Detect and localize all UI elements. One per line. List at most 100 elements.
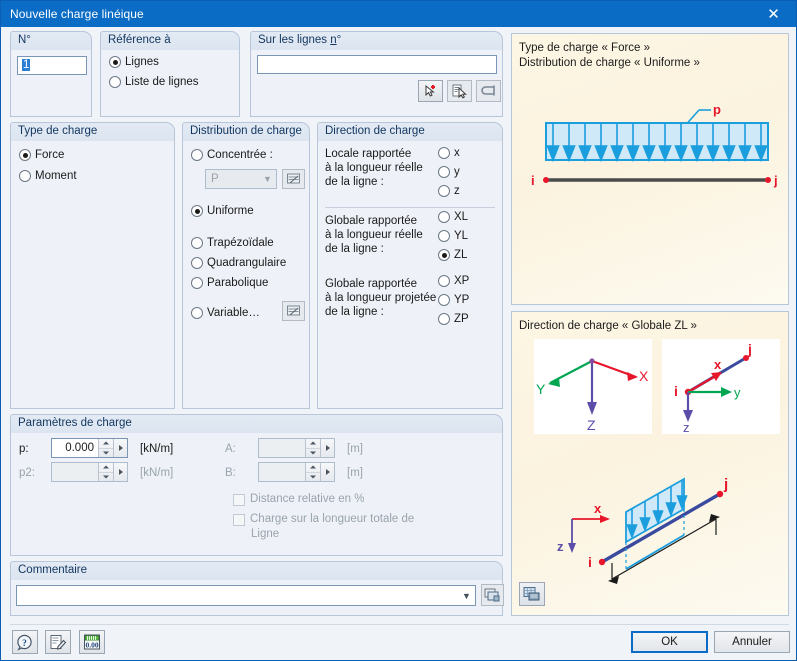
- pick-new-line-icon[interactable]: [418, 80, 443, 102]
- radio-dot: [109, 56, 121, 68]
- radio-distribution-trapezoidale[interactable]: Trapézoïdale: [191, 237, 274, 249]
- direction-globalL-label-3: de la ligne :: [325, 243, 384, 255]
- param-p2-value: [52, 463, 98, 481]
- render-view-icon[interactable]: [519, 582, 545, 606]
- svg-text:z: z: [683, 420, 690, 434]
- group-number-title: N°: [10, 31, 92, 50]
- ok-button[interactable]: OK: [631, 631, 708, 653]
- comment-input[interactable]: ▼: [16, 585, 476, 606]
- on-lines-input[interactable]: [257, 55, 497, 74]
- radio-direction-zp[interactable]: ZP: [438, 313, 469, 325]
- group-load-direction: Direction de charge Locale rapportée à l…: [317, 122, 503, 409]
- radio-dot: [191, 307, 203, 319]
- help-icon[interactable]: ?: [12, 630, 38, 654]
- svg-text:x: x: [714, 357, 722, 372]
- radio-direction-yl[interactable]: YL: [438, 230, 468, 242]
- radio-direction-xl[interactable]: XL: [438, 211, 468, 223]
- cancel-button[interactable]: Annuler: [714, 631, 790, 653]
- concentrated-load-combo[interactable]: P ▼: [205, 169, 277, 189]
- spinner-more-icon: [320, 463, 334, 481]
- chevron-down-icon[interactable]: ▼: [458, 591, 475, 601]
- radio-distribution-uniforme[interactable]: Uniforme: [191, 205, 254, 217]
- radio-direction-xp[interactable]: XP: [438, 275, 469, 287]
- radio-dot: [109, 76, 121, 88]
- radio-direction-z[interactable]: z: [438, 185, 460, 197]
- radio-reference-liste-de-lignes[interactable]: Liste de lignes: [109, 76, 199, 88]
- param-b-value: [259, 463, 305, 481]
- radio-label: Force: [35, 149, 65, 161]
- param-p-input[interactable]: 0.000: [51, 438, 128, 458]
- preview-bottom-title: Direction de charge « Globale ZL »: [519, 320, 697, 332]
- dialog-window: Nouvelle charge linéique ✕ N° 1 Référenc…: [0, 0, 797, 661]
- svg-text:Z: Z: [587, 417, 596, 433]
- group-load-type-title: Type de charge: [10, 122, 175, 141]
- direction-local-label-3: de la ligne :: [325, 176, 384, 188]
- radio-dot: [191, 257, 203, 269]
- direction-globalP-label-3: de la ligne :: [325, 306, 384, 318]
- radio-load-type-moment[interactable]: Moment: [19, 170, 77, 182]
- group-load-parameters-title: Paramètres de charge: [10, 414, 503, 433]
- svg-text:i: i: [588, 554, 592, 570]
- radio-label: z: [454, 185, 460, 197]
- variable-load-diagram-icon[interactable]: [282, 301, 305, 321]
- cancel-button-label: Annuler: [732, 636, 772, 648]
- comment-library-icon[interactable]: [481, 584, 504, 606]
- checkbox-label: Distance relative en %: [250, 493, 365, 505]
- pick-line-from-list-icon[interactable]: [447, 80, 472, 102]
- param-p-unit: [kN/m]: [140, 443, 174, 455]
- checkbox-full-length[interactable]: Charge sur la longueur totale de: [233, 513, 414, 526]
- spinner-arrows-icon: [305, 463, 320, 481]
- direction-globalP-label-2: à la longueur projetée: [325, 292, 437, 304]
- dialog-title: Nouvelle charge linéique: [10, 7, 144, 21]
- group-number: N° 1: [10, 31, 92, 117]
- local-axes-diagram: j i x y z: [662, 339, 780, 434]
- radio-label: XL: [454, 211, 469, 223]
- group-load-parameters: Paramètres de charge p: 0.000 [kN/m] p2:…: [10, 414, 503, 556]
- checkbox-distance-relative[interactable]: Distance relative en %: [233, 493, 364, 506]
- checkbox-box: [233, 494, 245, 506]
- radio-label: YP: [454, 294, 470, 306]
- radio-label: Moment: [35, 170, 77, 182]
- radio-distribution-variable[interactable]: Variable…: [191, 307, 260, 319]
- param-p-value: 0.000: [65, 442, 94, 454]
- isometric-load-diagram: i j x z: [557, 476, 728, 584]
- radio-dot: [438, 147, 450, 159]
- spinner-arrows-icon[interactable]: [98, 439, 113, 457]
- units-icon[interactable]: 0.00: [79, 630, 105, 654]
- preview-top-line1: Type de charge « Force »: [519, 42, 651, 54]
- radio-distribution-concentree[interactable]: Concentrée :: [191, 149, 273, 161]
- radio-label: Trapézoïdale: [207, 237, 274, 249]
- notes-icon[interactable]: [45, 630, 71, 654]
- footer-divider: [10, 624, 789, 625]
- group-load-distribution: Distribution de charge Concentrée : P ▼ …: [182, 122, 310, 409]
- radio-direction-yp[interactable]: YP: [438, 294, 469, 306]
- radio-distribution-quadrangulaire[interactable]: Quadrangulaire: [191, 257, 286, 269]
- preview-load-direction: Direction de charge « Globale ZL » X Y Z…: [511, 311, 789, 616]
- radio-dot: [438, 166, 450, 178]
- group-load-type: Type de charge Force Moment: [10, 122, 175, 409]
- number-input[interactable]: 1: [17, 56, 87, 75]
- checkbox-box: [233, 514, 245, 526]
- radio-direction-x[interactable]: x: [438, 147, 460, 159]
- preview-top-line2: Distribution de charge « Uniforme »: [519, 57, 700, 69]
- radio-distribution-parabolique[interactable]: Parabolique: [191, 277, 268, 289]
- svg-text:j: j: [723, 476, 728, 493]
- close-icon[interactable]: ✕: [751, 1, 796, 27]
- checkbox-label: Charge sur la longueur totale de: [250, 513, 415, 525]
- radio-load-type-force[interactable]: Force: [19, 149, 64, 161]
- param-p2-label: p2:: [19, 467, 35, 479]
- radio-reference-lignes[interactable]: Lignes: [109, 56, 159, 68]
- select-chain-icon[interactable]: [476, 80, 501, 102]
- radio-label: Concentrée :: [207, 149, 273, 161]
- radio-direction-zl[interactable]: ZL: [438, 249, 467, 261]
- radio-direction-y[interactable]: y: [438, 166, 460, 178]
- radio-dot: [191, 205, 203, 217]
- param-p2-input: [51, 462, 128, 482]
- ok-button-label: OK: [661, 636, 678, 648]
- svg-text:X: X: [639, 368, 649, 384]
- load-diagram-icon[interactable]: [282, 169, 305, 189]
- radio-dot: [19, 149, 31, 161]
- spinner-more-icon[interactable]: [113, 439, 127, 457]
- radio-label: Parabolique: [207, 277, 269, 289]
- group-load-direction-title: Direction de charge: [317, 122, 503, 141]
